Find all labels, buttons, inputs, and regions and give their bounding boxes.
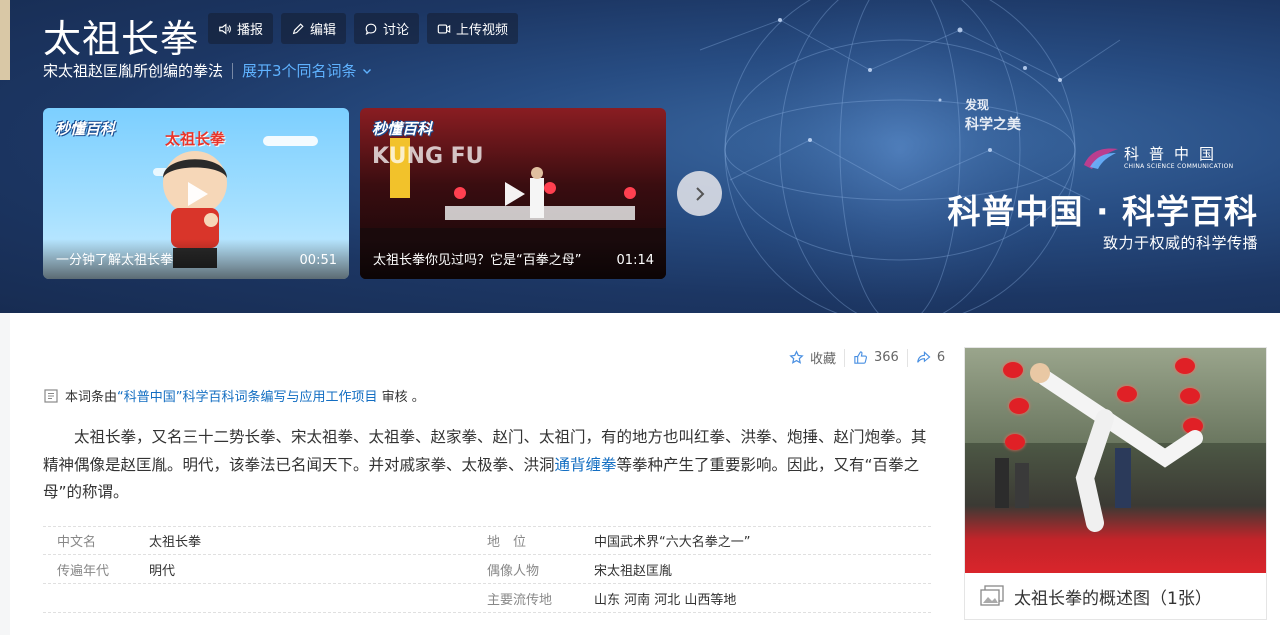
video-1-caption-bar: 一分钟了解太祖长拳 00:51 bbox=[43, 239, 349, 279]
favorite-button[interactable]: 收藏 bbox=[789, 348, 836, 367]
martial-artist-figure bbox=[995, 363, 1203, 532]
speaker-icon bbox=[219, 22, 231, 35]
summary-photo[interactable] bbox=[965, 348, 1266, 573]
promo-tagline: 致力于权威的科学传播 bbox=[1102, 234, 1258, 252]
lemma-subtitle: 宋太祖赵匡胤所创编的拳法 展开3个同名词条 bbox=[43, 60, 373, 81]
subtitle-text: 宋太祖赵匡胤所创编的拳法 bbox=[43, 62, 224, 80]
like-button[interactable]: 366 bbox=[853, 350, 899, 365]
summary-picture-caption[interactable]: 太祖长拳的概述图（1张） bbox=[965, 573, 1266, 619]
play-icon bbox=[188, 181, 208, 206]
info-value: 宋太祖赵匡胤 bbox=[594, 563, 673, 579]
kepu-logo-cn: 科普中国 bbox=[1124, 145, 1225, 163]
share-button[interactable]: 6 bbox=[916, 350, 945, 365]
broadcast-button[interactable]: 播报 bbox=[208, 13, 274, 44]
play-icon bbox=[505, 181, 525, 206]
info-key: 传遍年代 bbox=[57, 563, 110, 579]
summary-link-tongbei[interactable]: 通背缠拳 bbox=[555, 456, 617, 474]
upload-video-button[interactable]: 上传视频 bbox=[427, 13, 519, 44]
discover-tag: 发现 科学之美 bbox=[965, 95, 1021, 135]
video-card-1[interactable]: 秒懂百科 太祖长拳 一分钟了解太祖长拳 00:51 bbox=[43, 108, 349, 279]
discover-sub: 科学之美 bbox=[965, 117, 1021, 133]
info-key: 主要流传地 bbox=[487, 592, 553, 608]
left-edge-decoration bbox=[0, 0, 10, 80]
notice-prefix: 本词条由 bbox=[65, 390, 118, 405]
share-icon bbox=[916, 351, 931, 363]
info-key: 中文名 bbox=[57, 535, 97, 550]
video-2-title: 太祖长拳你见过吗？它是“百拳之母” bbox=[373, 253, 582, 268]
subtitle-divider bbox=[232, 62, 234, 79]
video-1-duration: 00:51 bbox=[299, 253, 337, 268]
kepu-logo-icon bbox=[1084, 148, 1118, 169]
video-1-overlay-title: 太祖长拳 bbox=[165, 130, 226, 148]
info-value: 中国武术界“六大名拳之一” bbox=[594, 535, 751, 550]
upload-video-label: 上传视频 bbox=[456, 23, 509, 38]
chevron-down-icon bbox=[362, 68, 371, 74]
star-icon bbox=[789, 350, 804, 364]
info-value: 明代 bbox=[149, 563, 176, 579]
edit-button[interactable]: 编辑 bbox=[281, 13, 347, 44]
thumbs-up-icon bbox=[854, 351, 868, 364]
discuss-button[interactable]: 讨论 bbox=[354, 13, 420, 44]
toolbar-divider bbox=[906, 348, 908, 367]
share-count: 6 bbox=[936, 350, 946, 365]
lemma-toolbar: 收藏 366 6 bbox=[789, 348, 945, 367]
lemma-summary: 太祖长拳，又名三十二势长拳、宋太祖拳、太祖拳、赵家拳、赵门、太祖门，有的地方也叫… bbox=[43, 424, 931, 507]
table-row: 传遍年代 明代 偶像人物 宋太祖赵匡胤 bbox=[43, 555, 931, 584]
like-count: 366 bbox=[874, 350, 899, 365]
video-2-duration: 01:14 bbox=[616, 253, 654, 268]
kepu-logo-en: CHINA SCIENCE COMMUNICATION bbox=[1124, 163, 1234, 170]
broadcast-label: 播报 bbox=[237, 23, 264, 38]
review-notice: 本词条由“科普中国”科学百科词条编写与应用工作项目 审核 。 bbox=[43, 386, 425, 405]
video-2-overlay-title: KUNG FU bbox=[372, 144, 484, 169]
page-title: 太祖长拳 bbox=[43, 17, 200, 61]
video-2-brand: 秒懂百科 bbox=[372, 120, 433, 138]
video-card-2[interactable]: 秒懂百科 KUNG FU 太祖长拳你见过吗？它是“百拳之母” 01:14 bbox=[360, 108, 666, 279]
video-upload-icon bbox=[437, 23, 451, 34]
info-key: 地 位 bbox=[487, 535, 527, 550]
summary-picture-card[interactable]: 太祖长拳的概述图（1张） bbox=[964, 347, 1267, 620]
header-actions: 播报 编辑 讨论 上传视频 bbox=[208, 13, 519, 44]
pencil-icon bbox=[292, 22, 304, 34]
expand-homonyms-label: 展开3个同名词条 bbox=[242, 62, 357, 80]
table-row: 中文名 太祖长拳 地 位 中国武术界“六大名拳之一” bbox=[43, 526, 931, 555]
notice-project-link[interactable]: “科普中国”科学百科词条编写与应用工作项目 bbox=[117, 390, 377, 405]
kepu-china-logo: 科普中国 CHINA SCIENCE COMMUNICATION bbox=[1082, 145, 1233, 171]
promo-slogan: 科普中国 · 科学百科 bbox=[947, 192, 1258, 231]
discover-label: 发现 bbox=[965, 98, 990, 112]
toolbar-divider bbox=[844, 348, 846, 367]
summary-picture-caption-text: 太祖长拳的概述图（1张） bbox=[1014, 588, 1212, 609]
info-key: 偶像人物 bbox=[487, 563, 540, 579]
table-row: 主要流传地 山东 河南 河北 山西等地 bbox=[43, 584, 931, 613]
expand-homonyms-link[interactable]: 展开3个同名词条 bbox=[242, 60, 373, 81]
video-1-title: 一分钟了解太祖长拳 bbox=[56, 253, 174, 268]
chat-icon bbox=[365, 23, 377, 35]
video-1-brand: 秒懂百科 bbox=[55, 120, 116, 138]
lemma-banner: 太祖长拳 播报 编辑 讨论 上传视频 宋太祖赵匡胤所创编的拳法 展开3个同名词条 bbox=[0, 0, 1280, 313]
favorite-label: 收藏 bbox=[810, 352, 837, 367]
image-gallery-icon bbox=[980, 585, 1004, 606]
edit-label: 编辑 bbox=[310, 23, 337, 38]
video-2-caption-bar: 太祖长拳你见过吗？它是“百拳之母” 01:14 bbox=[360, 239, 666, 279]
video-next-button[interactable] bbox=[677, 171, 722, 216]
info-value: 山东 河南 河北 山西等地 bbox=[594, 592, 737, 608]
document-icon bbox=[44, 388, 58, 403]
chevron-right-icon bbox=[695, 186, 704, 201]
basic-info-table: 中文名 太祖长拳 地 位 中国武术界“六大名拳之一” 传遍年代 明代 偶像人物 … bbox=[43, 526, 931, 613]
discuss-label: 讨论 bbox=[383, 23, 410, 38]
notice-suffix: 审核 。 bbox=[377, 390, 425, 405]
info-value: 太祖长拳 bbox=[149, 535, 202, 550]
